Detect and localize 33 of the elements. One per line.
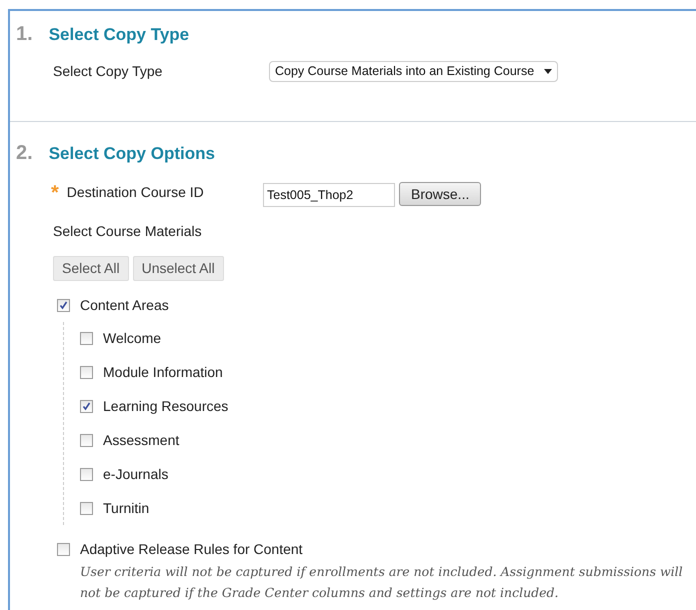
browse-button[interactable]: Browse... — [399, 182, 482, 206]
required-mark: * — [51, 184, 59, 202]
checkbox-label: Adaptive Release Rules for Content — [80, 540, 303, 559]
checkbox-label: Learning Resources — [103, 397, 228, 416]
section-title: Select Copy Options — [48, 143, 215, 165]
dropdown-caret-icon — [544, 69, 552, 74]
checkbox-label: Turnitin — [103, 499, 150, 518]
checkbox[interactable] — [80, 366, 93, 379]
section-title: Select Copy Type — [48, 24, 190, 46]
field-label: Select Copy Type — [53, 62, 164, 81]
select-toggle-button[interactable]: Unselect All — [132, 256, 224, 281]
check-icon — [82, 402, 91, 411]
checkbox[interactable] — [80, 502, 93, 515]
checkbox[interactable] — [80, 434, 93, 447]
checkbox[interactable] — [80, 468, 93, 481]
checkbox-label: Welcome — [103, 329, 162, 348]
step-number: 2. — [16, 141, 33, 166]
checkbox[interactable] — [57, 543, 70, 556]
checkbox[interactable] — [57, 299, 70, 312]
checkbox[interactable] — [80, 400, 93, 413]
step-number: 1. — [16, 22, 33, 47]
field-label: Select Course Materials — [53, 222, 202, 241]
checkbox-label: Content Areas — [80, 296, 169, 315]
checkbox-label: e-Journals — [103, 465, 168, 484]
check-icon — [59, 301, 68, 310]
copy-type-select[interactable]: Copy Course Materials into an Existing Course — [269, 61, 558, 82]
checkbox-label: Module Information — [103, 363, 223, 382]
checkbox[interactable] — [80, 332, 93, 345]
course-id-field[interactable]: Test005_Thop2 — [263, 183, 395, 207]
field-label: Destination Course ID — [66, 183, 204, 202]
checkbox-label: Assessment — [103, 431, 180, 450]
select-toggle-button[interactable]: Select All — [53, 256, 129, 281]
note-text: User criteria will not be captured if enrollments are not included. Assignment submissions will not be captured if the Grade Center columns and settings are not included. — [80, 563, 684, 602]
